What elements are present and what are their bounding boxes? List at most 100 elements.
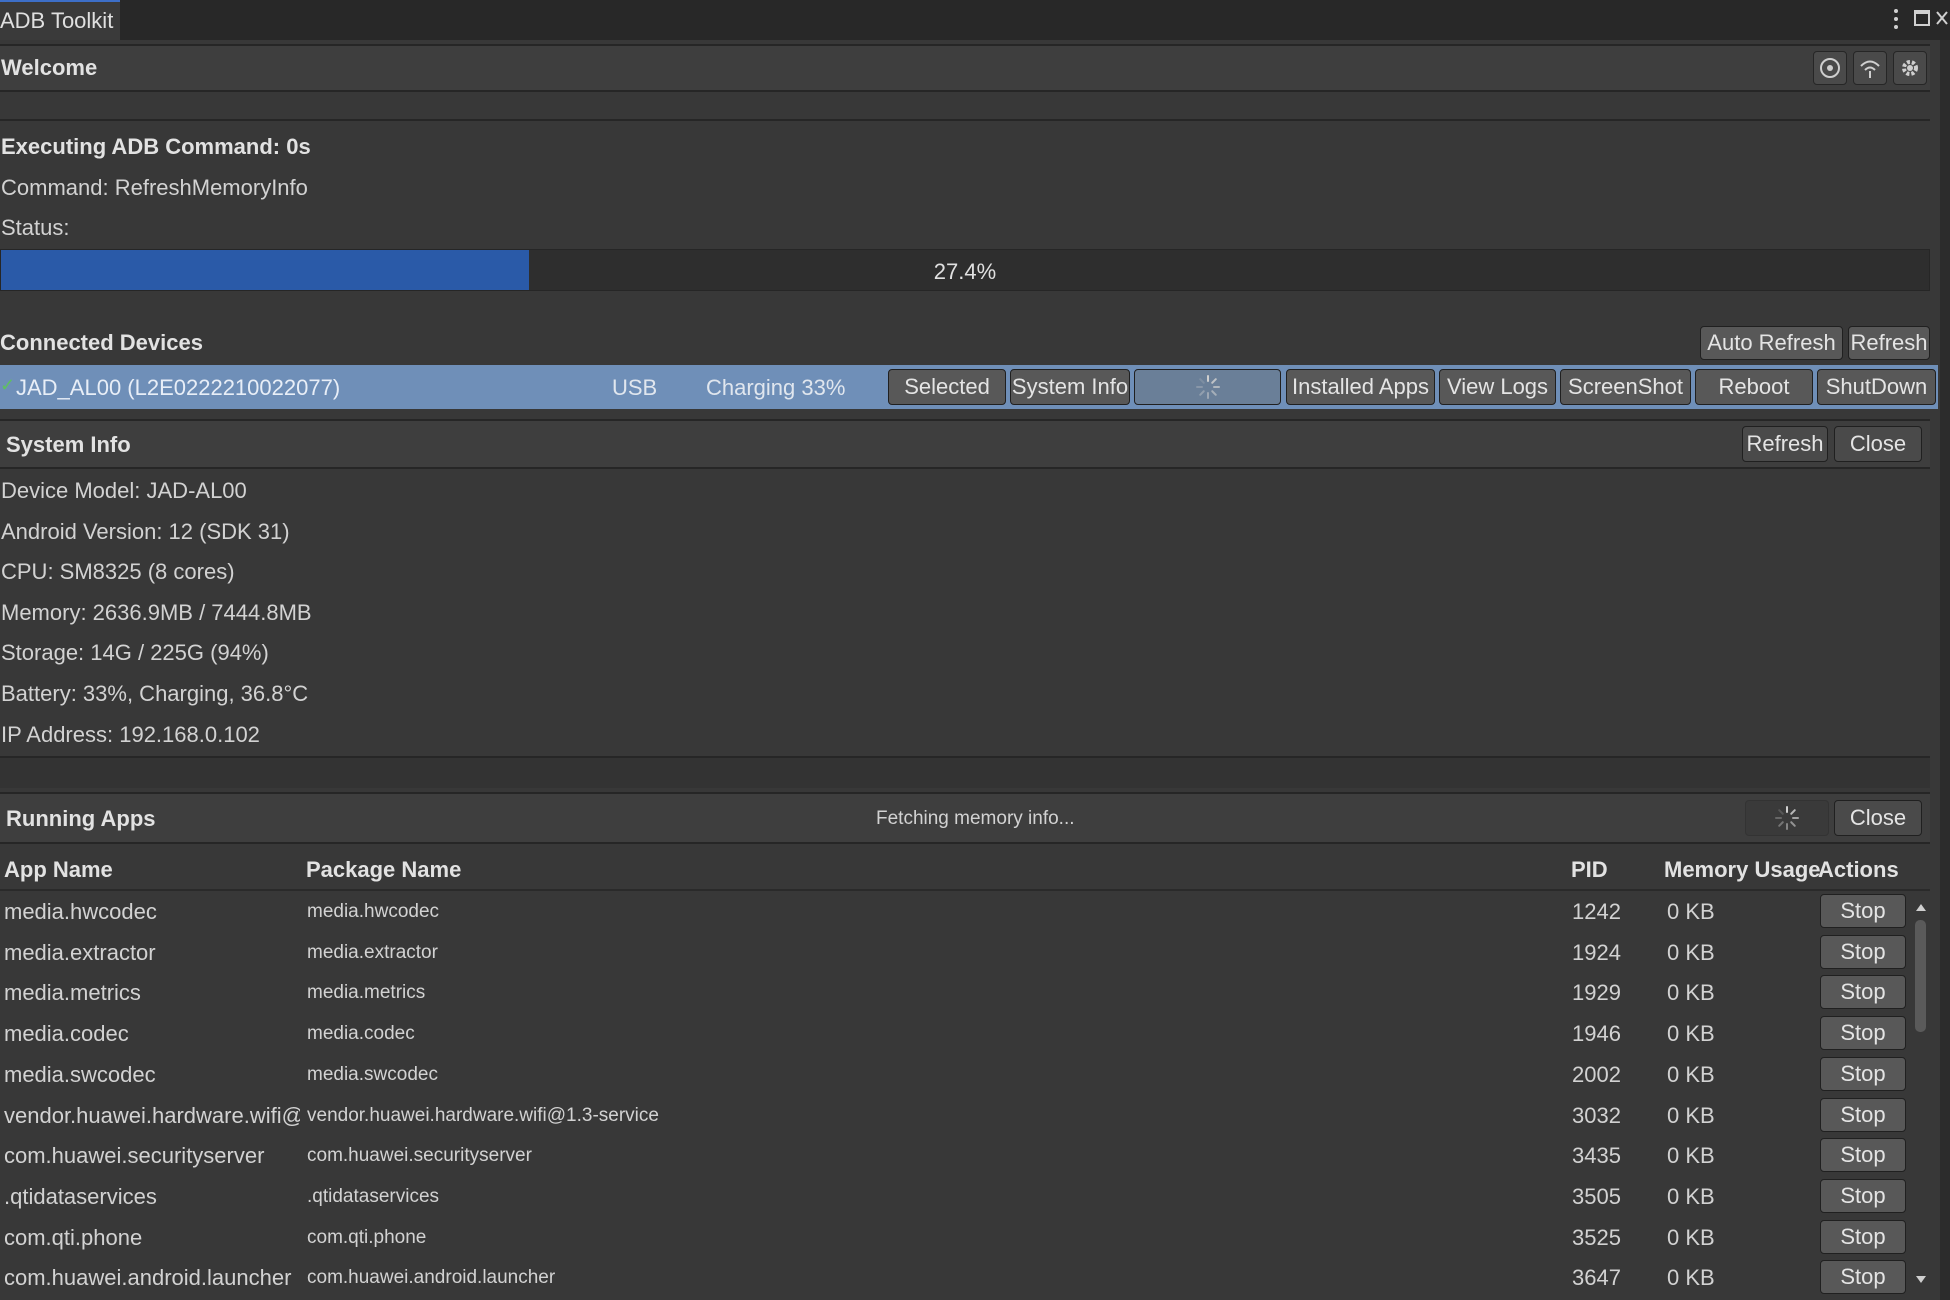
reboot-button[interactable]: Reboot <box>1695 369 1813 405</box>
stop-button[interactable]: Stop <box>1820 934 1906 969</box>
window-title: ADB Toolkit <box>0 8 114 33</box>
devices-refresh-button[interactable]: Refresh <box>1848 326 1930 360</box>
stop-button[interactable]: Stop <box>1820 975 1906 1010</box>
window-edge <box>1940 40 1950 1300</box>
column-package-name[interactable]: Package Name <box>306 857 461 883</box>
stop-button[interactable]: Stop <box>1820 1016 1906 1051</box>
package-name-cell: vendor.huawei.hardware.wifi@1.3-service <box>307 1104 659 1126</box>
stop-button[interactable]: Stop <box>1820 1097 1906 1132</box>
wifi-icon[interactable] <box>1853 51 1887 85</box>
screenshot-button[interactable]: ScreenShot <box>1560 369 1691 405</box>
running-apps-list: media.hwcodec media.hwcodec 1242 0 KB Stop me… <box>0 891 1912 1300</box>
column-memory-usage[interactable]: Memory Usage <box>1664 857 1821 883</box>
kebab-menu-icon[interactable] <box>1890 6 1902 32</box>
app-name-cell: com.huawei.android.launcher <box>4 1265 292 1291</box>
command-line: Command: RefreshMemoryInfo <box>1 175 308 200</box>
table-row: com.qti.phone com.qti.phone 3525 0 KB Stop <box>0 1217 1910 1258</box>
pid-cell: 1242 <box>1572 899 1621 924</box>
android-version: Android Version: 12 (SDK 31) <box>1 519 290 544</box>
app-name-cell: media.codec <box>4 1021 129 1047</box>
welcome-bar <box>0 44 1930 92</box>
app-name-cell: media.metrics <box>4 980 141 1006</box>
maximize-icon[interactable] <box>1912 6 1932 32</box>
progress-label: 27.4% <box>933 259 997 284</box>
pid-cell: 3032 <box>1572 1102 1621 1128</box>
connected-devices-title: Connected Devices <box>0 330 203 355</box>
scroll-up-arrow[interactable] <box>1914 895 1928 911</box>
gap <box>0 758 1930 788</box>
pid-cell: 3647 <box>1572 1265 1621 1291</box>
column-pid[interactable]: PID <box>1571 857 1608 883</box>
stop-button[interactable]: Stop <box>1820 1178 1906 1213</box>
running-apps-title: Running Apps <box>6 806 156 831</box>
scroll-down-arrow[interactable] <box>1914 1268 1928 1284</box>
stop-button[interactable]: Stop <box>1820 1056 1906 1091</box>
memory-cell: 0 KB <box>1667 980 1715 1006</box>
column-app-name[interactable]: App Name <box>4 857 113 883</box>
view-logs-button[interactable]: View Logs <box>1439 369 1556 405</box>
pid-cell: 1929 <box>1572 980 1621 1006</box>
system-info-refresh-button[interactable]: Refresh <box>1742 426 1828 462</box>
package-name-cell: media.extractor <box>307 941 438 963</box>
device-model: Device Model: JAD-AL00 <box>1 478 247 503</box>
storage-info: Storage: 14G / 225G (94%) <box>1 640 269 665</box>
title-bar <box>0 0 1950 40</box>
app-name-cell: media.swcodec <box>4 1061 156 1087</box>
package-name-cell: com.qti.phone <box>307 1226 427 1248</box>
system-info-body: Device Model: JAD-AL00 Android Version: … <box>0 474 1930 754</box>
memory-cell: 0 KB <box>1667 1224 1715 1250</box>
busy-button[interactable] <box>1134 369 1281 405</box>
package-name-cell: com.huawei.android.launcher <box>307 1267 556 1289</box>
package-name-cell: media.codec <box>307 1023 415 1045</box>
app-name-cell: com.huawei.securityserver <box>4 1143 265 1169</box>
table-row: media.hwcodec media.hwcodec 1242 0 KB Stop <box>0 891 1910 932</box>
device-connection: USB <box>612 375 658 400</box>
stop-button[interactable]: Stop <box>1820 1138 1906 1173</box>
battery-info: Battery: 33%, Charging, 36.8°C <box>1 681 309 706</box>
command-heading: Executing ADB Command: 0s <box>1 134 311 159</box>
table-row: media.codec media.codec 1946 0 KB Stop <box>0 1013 1910 1054</box>
system-info-button[interactable]: System Info <box>1010 369 1130 405</box>
welcome-title: Welcome <box>1 55 98 80</box>
scrollbar-thumb[interactable] <box>1915 920 1926 1032</box>
cpu-info: CPU: SM8325 (8 cores) <box>1 559 235 584</box>
window-tab[interactable]: ADB Toolkit <box>0 0 120 40</box>
system-info-title: System Info <box>6 432 131 457</box>
system-info-close-button[interactable]: Close <box>1834 426 1922 462</box>
app-name-cell: com.qti.phone <box>4 1224 143 1250</box>
running-apps-status: Fetching memory info... <box>876 808 1075 829</box>
selected-button[interactable]: Selected <box>888 369 1006 405</box>
loading-spinner-icon <box>1774 805 1800 831</box>
pid-cell: 3505 <box>1572 1183 1621 1209</box>
app-name-cell: media.extractor <box>4 939 156 965</box>
stop-button[interactable]: Stop <box>1820 1219 1906 1254</box>
pid-cell: 3435 <box>1572 1143 1621 1169</box>
app-name-cell: .qtidataservices <box>4 1183 157 1209</box>
memory-cell: 0 KB <box>1667 1061 1715 1087</box>
table-row: com.huawei.android.launcher com.huawei.an… <box>0 1257 1910 1298</box>
device-name: JAD_AL00 (L2E0222210022077) <box>16 375 341 400</box>
close-icon[interactable] <box>1934 6 1950 32</box>
table-header: App Name Package Name PID Memory Usage A… <box>0 849 1930 891</box>
gear-icon[interactable] <box>1893 51 1927 85</box>
pid-cell: 2002 <box>1572 1061 1621 1087</box>
memory-cell: 0 KB <box>1667 1143 1715 1169</box>
stop-button[interactable]: Stop <box>1820 1260 1906 1295</box>
table-row: vendor.huawei.hardware.wifi@1.3 vendor.hu… <box>0 1095 1910 1136</box>
stop-button[interactable]: Stop <box>1820 894 1906 928</box>
app-name-cell: media.hwcodec <box>4 899 157 924</box>
pid-cell: 1924 <box>1572 939 1621 965</box>
table-row: media.metrics media.metrics 1929 0 KB Stop <box>0 972 1910 1013</box>
shutdown-button[interactable]: ShutDown <box>1817 369 1936 405</box>
divider <box>0 119 1930 121</box>
memory-info: Memory: 2636.9MB / 7444.8MB <box>1 600 312 625</box>
running-apps-close-button[interactable]: Close <box>1834 800 1922 836</box>
running-apps-spinner <box>1745 800 1829 836</box>
memory-cell: 0 KB <box>1667 1183 1715 1209</box>
auto-refresh-button[interactable]: Auto Refresh <box>1700 326 1843 360</box>
target-icon[interactable] <box>1813 51 1847 85</box>
memory-cell: 0 KB <box>1667 939 1715 965</box>
package-name-cell: .qtidataservices <box>307 1185 440 1207</box>
installed-apps-button[interactable]: Installed Apps <box>1286 369 1435 405</box>
memory-cell: 0 KB <box>1667 1265 1715 1291</box>
